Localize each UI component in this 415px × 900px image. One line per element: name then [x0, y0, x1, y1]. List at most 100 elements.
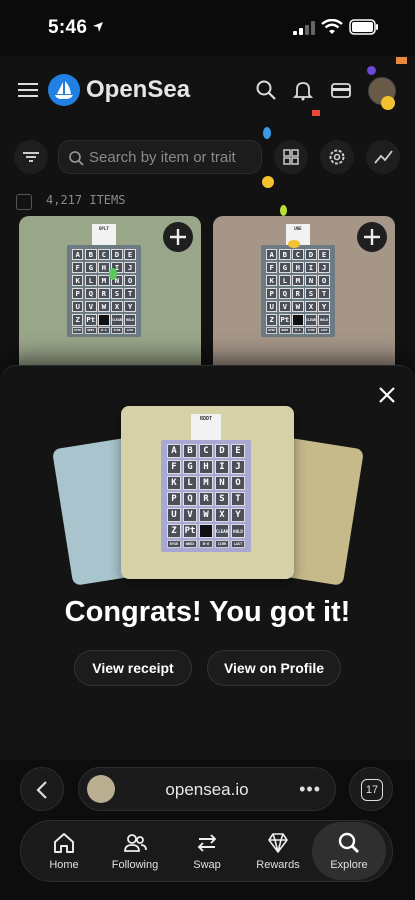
close-icon[interactable] — [377, 385, 397, 405]
search-input[interactable]: Search by item or trait — [58, 140, 262, 174]
key-cap: CLEAR — [305, 314, 317, 326]
key-cap: P — [265, 287, 278, 300]
key-cap: I — [305, 261, 317, 274]
nav-following[interactable]: Following — [98, 822, 172, 880]
key-cap: T — [124, 287, 136, 300]
back-button[interactable] — [20, 767, 64, 811]
key-cap: R — [199, 492, 213, 506]
nav-label: Explore — [330, 859, 368, 871]
key-cap: Y — [124, 300, 136, 313]
plus-icon — [170, 229, 186, 245]
key-cap: Pt — [85, 314, 97, 326]
address-bar[interactable]: opensea.io ••• — [78, 767, 336, 811]
key-cap: C — [292, 248, 304, 261]
key-cap: F — [167, 460, 181, 474]
key-cap: U — [265, 300, 278, 313]
key-cap: B — [183, 444, 197, 458]
home-icon — [54, 833, 74, 853]
tabs-button[interactable]: 17 — [349, 767, 393, 811]
select-all-checkbox[interactable] — [16, 194, 32, 210]
key-cap: B — [85, 248, 97, 261]
search-icon — [338, 832, 359, 853]
key-cap: Z — [265, 314, 278, 326]
activity-button[interactable] — [366, 140, 400, 174]
view-receipt-button[interactable]: View receipt — [74, 650, 192, 686]
function-key: ICHR — [111, 327, 123, 334]
key-cap: U — [71, 300, 84, 313]
menu-icon[interactable] — [18, 82, 38, 98]
add-to-cart-button[interactable] — [357, 222, 387, 252]
filter-button[interactable] — [14, 140, 48, 174]
key-cap: A — [167, 444, 181, 458]
key-grid: A B C D E F G H I J K L M N O P Q R S T U V W X Y Z Pt CLEAR HOLD RYS… — [67, 245, 141, 337]
nav-label: Swap — [193, 859, 221, 871]
congrats-title: Congrats! You got it! — [64, 596, 351, 628]
key-cap: Y — [318, 300, 330, 313]
key-cap: H — [98, 261, 110, 274]
key-cap: O — [318, 274, 330, 287]
key-cap: H — [292, 261, 304, 274]
bell-icon[interactable] — [292, 79, 314, 101]
brand-name[interactable]: OpenSea — [86, 76, 190, 104]
key-cap: K — [71, 274, 84, 287]
confetti — [396, 57, 407, 64]
key-cap: T — [231, 492, 245, 506]
settings-button[interactable] — [320, 140, 354, 174]
key-cap: F — [265, 261, 278, 274]
add-to-cart-button[interactable] — [163, 222, 193, 252]
view-on-profile-button[interactable]: View on Profile — [207, 650, 341, 686]
more-options-icon[interactable]: ••• — [299, 779, 321, 800]
status-time: 5:46 — [48, 17, 88, 38]
function-key: ICHR — [305, 327, 317, 334]
key-cap: J — [318, 261, 330, 274]
swap-icon — [197, 834, 217, 852]
key-cap: P — [71, 287, 84, 300]
key-cap: G — [279, 261, 291, 274]
nav-swap[interactable]: Swap — [170, 822, 244, 880]
wallet-icon[interactable] — [330, 79, 352, 101]
function-key: WREX — [85, 327, 97, 334]
function-key: B-6 — [199, 540, 213, 548]
key-cap: Pt — [279, 314, 291, 326]
key-cap: J — [231, 460, 245, 474]
function-key: LAST — [318, 327, 330, 334]
grid-view-button[interactable] — [274, 140, 308, 174]
key-cap: O — [124, 274, 136, 287]
key-cap — [199, 524, 213, 538]
function-key: WREX — [183, 540, 197, 548]
diamond-icon — [268, 833, 288, 853]
key-cap — [98, 314, 110, 326]
opensea-logo[interactable] — [48, 74, 80, 106]
trend-chart-icon — [374, 150, 393, 164]
key-cap: H — [199, 460, 213, 474]
key-cap: X — [215, 508, 229, 522]
key-grid: A B C D E F G H I J K L M N O P Q R S T U V W X Y Z Pt CLEAR HOLD RYS… — [261, 245, 335, 337]
key-cap: Z — [167, 524, 181, 538]
key-grid: A B C D E F G H I J K L M N O P Q R S T U V W X Y Z Pt CLEAR HOLD RYS… — [161, 440, 251, 552]
receipt-paper: OPLT — [91, 224, 117, 246]
key-cap: R — [98, 287, 110, 300]
key-cap: L — [85, 274, 97, 287]
nav-rewards[interactable]: Rewards — [241, 822, 315, 880]
key-cap: F — [71, 261, 84, 274]
key-cap: CLEAR — [111, 314, 123, 326]
key-cap: T — [318, 287, 330, 300]
search-icon[interactable] — [255, 79, 277, 101]
following-icon — [124, 834, 147, 852]
key-cap: N — [215, 476, 229, 490]
key-cap: Y — [231, 508, 245, 522]
confetti — [109, 268, 117, 280]
search-icon — [69, 151, 84, 166]
nav-home[interactable]: Home — [27, 822, 101, 880]
key-cap: J — [124, 261, 136, 274]
key-cap: L — [183, 476, 197, 490]
nav-explore[interactable]: Explore — [312, 822, 386, 880]
key-cap: B — [279, 248, 291, 261]
wifi-icon — [321, 19, 343, 34]
key-cap: D — [215, 444, 229, 458]
key-cap: V — [183, 508, 197, 522]
key-cap: W — [292, 300, 304, 313]
function-key: ICHR — [215, 540, 229, 548]
key-cap: D — [111, 248, 123, 261]
function-key: RYSE — [265, 327, 278, 334]
